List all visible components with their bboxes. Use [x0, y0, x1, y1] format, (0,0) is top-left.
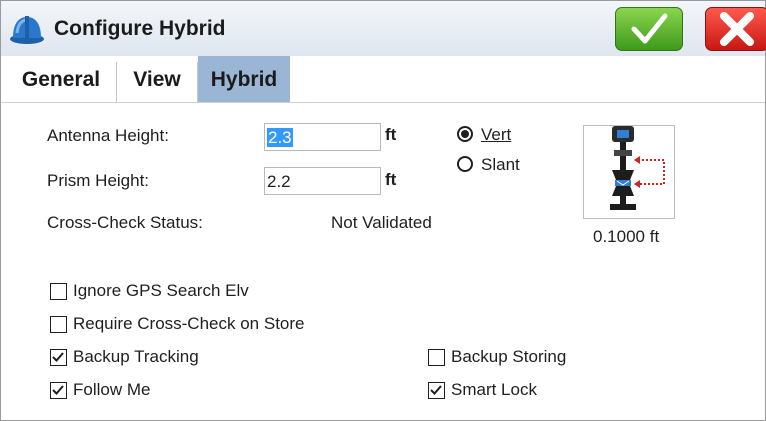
cross-check-status-value: Not Validated: [331, 213, 432, 232]
tab-view[interactable]: View: [119, 56, 195, 103]
offset-value: 0.1000 ft: [593, 227, 660, 246]
cross-check-status-label: Cross-Check Status:: [47, 213, 203, 232]
close-button[interactable]: [705, 7, 766, 51]
backup-tracking-checkbox[interactable]: [50, 349, 67, 366]
antenna-height-input[interactable]: 2.3: [264, 123, 381, 151]
hard-hat-icon: [10, 16, 44, 44]
vert-label[interactable]: Vert: [481, 125, 511, 145]
tab-general[interactable]: General: [11, 56, 111, 103]
checkmark-icon: [631, 13, 668, 44]
tab-divider: [116, 62, 117, 103]
slant-radio[interactable]: [457, 156, 473, 172]
smart-lock-checkbox[interactable]: [428, 382, 445, 399]
checkmark-icon: [430, 385, 442, 395]
configure-hybrid-window: Configure Hybrid General View Hybrid Ant…: [0, 0, 766, 421]
antenna-height-value: 2.3: [267, 128, 293, 147]
ok-button[interactable]: [615, 7, 683, 51]
antenna-height-label: Antenna Height:: [47, 126, 169, 145]
require-cross-check-label[interactable]: Require Cross-Check on Store: [73, 314, 304, 334]
backup-tracking-label[interactable]: Backup Tracking: [73, 347, 199, 367]
vert-radio[interactable]: [457, 126, 473, 142]
tab-bar: General View Hybrid: [1, 56, 765, 103]
radio-selected-dot: [461, 130, 469, 138]
prism-height-unit: ft: [385, 170, 397, 189]
follow-me-checkbox[interactable]: [50, 382, 67, 399]
prism-offset-image: [583, 125, 675, 219]
prism-height-input[interactable]: 2.2: [264, 167, 381, 195]
checkmark-icon: [52, 385, 64, 395]
tab-hybrid[interactable]: Hybrid: [198, 56, 290, 103]
prism-pole-icon: [610, 126, 665, 210]
backup-storing-label[interactable]: Backup Storing: [451, 347, 566, 367]
title-bar: Configure Hybrid: [1, 1, 766, 57]
follow-me-label[interactable]: Follow Me: [73, 380, 150, 400]
require-cross-check-checkbox[interactable]: [50, 316, 67, 333]
tab-underline: [1, 102, 765, 103]
antenna-height-unit: ft: [385, 125, 397, 144]
prism-height-label: Prism Height:: [47, 171, 150, 190]
slant-label[interactable]: Slant: [481, 155, 520, 175]
smart-lock-label[interactable]: Smart Lock: [451, 380, 537, 400]
checkmark-icon: [52, 352, 64, 362]
close-x-icon: [720, 12, 754, 46]
window-title: Configure Hybrid: [54, 17, 226, 40]
ignore-gps-search-elv-label[interactable]: Ignore GPS Search Elv: [73, 281, 249, 301]
backup-storing-checkbox[interactable]: [428, 349, 445, 366]
ignore-gps-search-elv-checkbox[interactable]: [50, 283, 67, 300]
